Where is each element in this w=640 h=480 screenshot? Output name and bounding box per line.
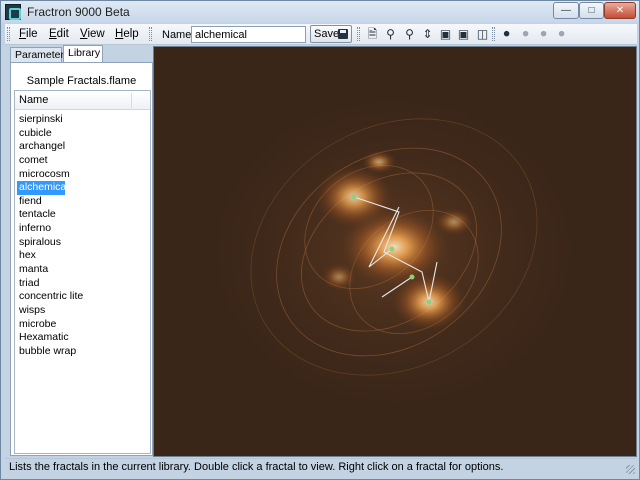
fractal-list-item[interactable]: wisps [17, 304, 147, 318]
window-title: Fractron 9000 Beta [27, 5, 130, 19]
left-panel: Parameters Library Sample Fractals.flame… [7, 45, 153, 457]
app-icon [5, 4, 21, 20]
fractal-list-item[interactable]: archangel [17, 140, 147, 154]
copy-transform-icon: ⚫ [538, 27, 549, 41]
fractal-canvas[interactable] [153, 46, 637, 457]
status-bar: Lists the fractals in the current librar… [5, 458, 637, 476]
fractal-list-item[interactable]: microcosm [17, 168, 147, 182]
menu-edit[interactable]: Edit [49, 28, 69, 40]
add-transform-icon[interactable]: ⚫ [499, 27, 514, 42]
fractal-list-item[interactable]: microbe [17, 318, 147, 332]
save-button[interactable]: Save [310, 25, 352, 43]
fractal-list-item[interactable]: inferno [17, 222, 147, 236]
library-panel: Sample Fractals.flame Name sierpinski cub… [10, 62, 153, 456]
fractal-list-item[interactable]: tentacle [17, 208, 147, 222]
floppy-disk-icon [338, 29, 348, 39]
name-label: Name: [162, 29, 195, 41]
toolbar-grip[interactable] [492, 27, 495, 41]
fractal-list-item[interactable]: alchemical [17, 181, 69, 195]
vertical-resize-icon[interactable]: ⇕ [420, 27, 435, 42]
fractal-list-item[interactable]: cubicle [17, 127, 147, 141]
toolbar-grip[interactable] [357, 27, 360, 41]
fractal-list-item[interactable]: fiend [17, 195, 147, 209]
remove-transform-icon: ⚫ [520, 27, 531, 41]
menu-help[interactable]: Help [115, 28, 139, 40]
camera-alt-icon[interactable]: ▣ [456, 27, 471, 42]
fractal-list-item[interactable]: concentric lite [17, 290, 147, 304]
compare-icon[interactable]: ◫ [475, 27, 490, 42]
fractal-list-box[interactable]: Name sierpinski cubicle archangel comet micr… [14, 90, 151, 454]
menu-file[interactable]: File [19, 28, 38, 40]
minimize-button[interactable]: — [553, 2, 579, 19]
toolbar-grip[interactable] [149, 27, 152, 41]
camera-icon[interactable]: ▣ [438, 27, 453, 42]
menu-view[interactable]: View [80, 28, 105, 40]
fractal-name-input[interactable] [191, 26, 306, 43]
menu-toolbar: File Edit View Help Name: Save 🗎 ⚲ ⚲ ⇕ ▣… [5, 24, 637, 45]
new-document-icon[interactable]: 🗎 [365, 27, 380, 42]
maximize-button[interactable]: □ [579, 2, 604, 19]
tab-parameters[interactable]: Parameters [10, 47, 69, 63]
fractal-list-item[interactable]: Hexamatic [17, 331, 147, 345]
resize-grip-icon[interactable] [626, 465, 635, 474]
name-column-header[interactable]: Name [15, 91, 150, 110]
fractal-list: sierpinski cubicle archangel comet microcosm… [17, 113, 147, 359]
fractal-render[interactable] [154, 47, 636, 456]
delete-transform-icon: ⚫ [556, 27, 567, 41]
save-button-label: Save [314, 28, 340, 40]
fractal-list-item[interactable]: bubble wrap [17, 345, 147, 359]
fractal-list-item[interactable]: spiralous [17, 236, 147, 250]
toolbar-grip[interactable] [7, 27, 10, 41]
fractal-list-item[interactable]: triad [17, 277, 147, 291]
title-bar[interactable]: Fractron 9000 Beta — □ ✕ [1, 1, 639, 23]
library-file-title: Sample Fractals.flame [26, 75, 137, 87]
status-text: Lists the fractals in the current librar… [9, 461, 504, 473]
fractal-list-item[interactable]: sierpinski [17, 113, 147, 127]
fractal-list-item[interactable]: manta [17, 263, 147, 277]
tab-library[interactable]: Library [63, 45, 103, 63]
close-button[interactable]: ✕ [604, 2, 636, 19]
zoom-in-icon[interactable]: ⚲ [383, 27, 398, 42]
fractal-list-item[interactable]: hex [17, 249, 147, 263]
app-window: Fractron 9000 Beta — □ ✕ File Edit View … [0, 0, 640, 480]
fractal-list-item[interactable]: comet [17, 154, 147, 168]
zoom-out-icon[interactable]: ⚲ [402, 27, 417, 42]
